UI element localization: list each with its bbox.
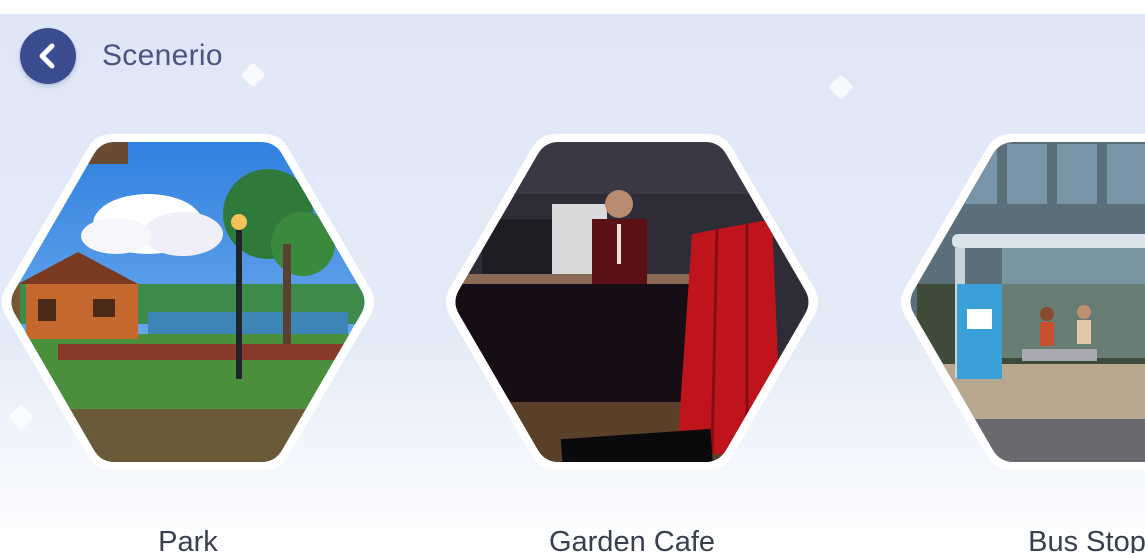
scene-thumbnail <box>442 134 822 484</box>
scene-card-bus-stop[interactable]: Bus Stop <box>897 134 1145 553</box>
scene-label: Bus Stop <box>1028 526 1145 553</box>
scene-card-park[interactable]: Park <box>0 134 378 553</box>
scene-thumbnail <box>0 134 378 484</box>
scene-card-garden-cafe[interactable]: Garden Cafe <box>442 134 822 553</box>
scene-thumbnail <box>897 134 1145 484</box>
scene-carousel: Park Garden Cafe Bus Stop <box>0 14 1145 553</box>
scenario-screen: Scenerio Park Garden Cafe Bus Stop <box>0 14 1145 553</box>
scene-label: Park <box>158 526 218 553</box>
scene-label: Garden Cafe <box>548 526 716 553</box>
